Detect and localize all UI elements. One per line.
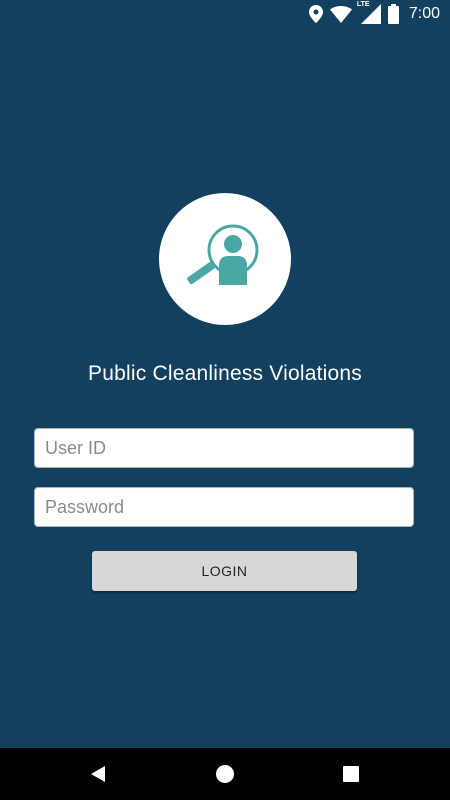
location-icon xyxy=(308,5,323,23)
status-icons: LTE 7:00 xyxy=(308,1,440,25)
status-time: 7:00 xyxy=(408,5,440,22)
signal-icon: LTE xyxy=(357,1,381,24)
user-id-input[interactable] xyxy=(34,428,414,468)
wifi-icon xyxy=(329,5,352,23)
back-icon xyxy=(91,766,105,782)
login-button[interactable]: LOGIN xyxy=(92,551,357,591)
recents-button[interactable] xyxy=(316,748,386,800)
magnifier-person-icon xyxy=(187,224,259,285)
app-logo xyxy=(159,193,291,325)
status-bar: LTE 7:00 xyxy=(0,0,450,28)
home-icon xyxy=(216,765,234,783)
back-button[interactable] xyxy=(63,748,133,800)
navigation-bar xyxy=(0,748,450,800)
home-button[interactable] xyxy=(190,748,260,800)
battery-icon xyxy=(387,4,399,24)
recents-icon xyxy=(343,766,359,782)
password-input[interactable] xyxy=(34,487,414,527)
app-title: Public Cleanliness Violations xyxy=(88,362,362,385)
